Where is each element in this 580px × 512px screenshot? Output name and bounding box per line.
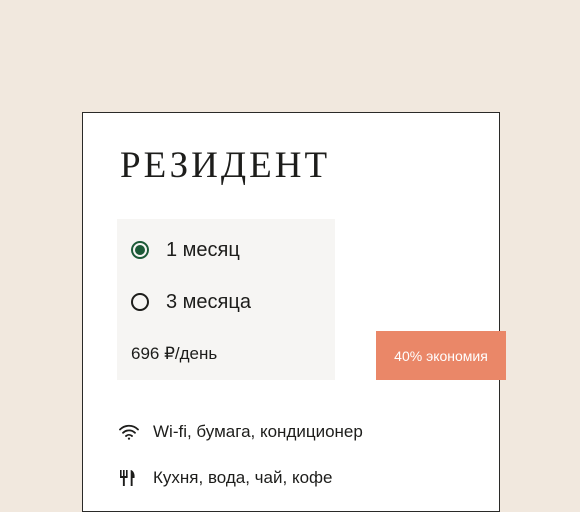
duration-options: 1 месяц 3 месяца 696 ₽/день — [117, 219, 335, 380]
price-per-day: 696 ₽/день — [131, 344, 218, 363]
cutlery-icon — [117, 467, 141, 489]
feature-label: Wi-fi, бумага, кондиционер — [153, 422, 363, 441]
radio-unchecked-icon[interactable] — [131, 293, 149, 311]
option-3-months[interactable]: 3 месяца — [131, 290, 251, 314]
radio-checked-icon[interactable] — [131, 241, 149, 259]
feature-wifi: Wi-fi, бумага, кондиционер — [117, 421, 363, 443]
option-1-month[interactable]: 1 месяц — [131, 238, 240, 262]
option-label: 3 месяца — [166, 291, 251, 313]
plan-title: РЕЗИДЕНТ — [120, 145, 331, 186]
feature-label: Кухня, вода, чай, кофе — [153, 468, 333, 487]
option-label: 1 месяц — [166, 239, 240, 261]
feature-kitchen: Кухня, вода, чай, кофе — [117, 467, 332, 489]
discount-badge: 40% экономия — [376, 331, 506, 380]
wifi-icon — [117, 421, 141, 443]
plan-card: РЕЗИДЕНТ 1 месяц 3 месяца 696 ₽/день Wi-… — [82, 112, 500, 512]
